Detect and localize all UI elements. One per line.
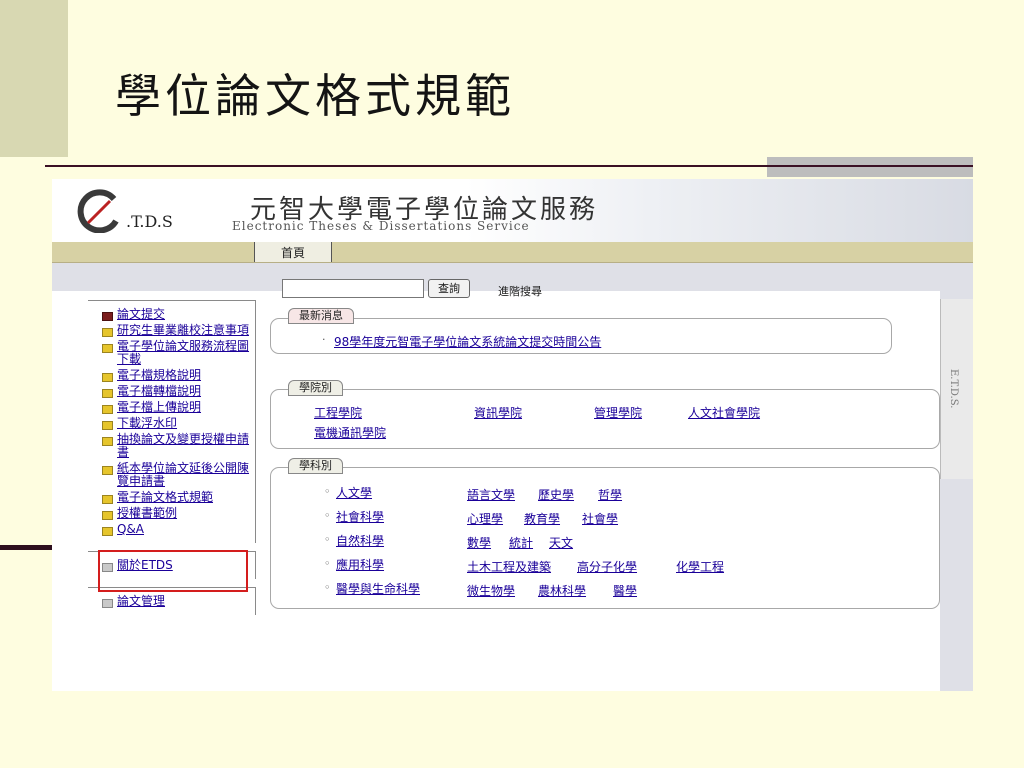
bullet-icon <box>102 405 113 414</box>
sidebar-item[interactable]: 研究生畢業離校注意事項 <box>102 324 255 337</box>
discipline-sub-link[interactable]: 醫學 <box>613 582 637 599</box>
bullet-icon: ◦ <box>324 509 331 522</box>
sidebar-item-manage[interactable]: 論文管理 <box>102 595 255 608</box>
bullet-icon: ◦ <box>324 557 331 570</box>
title-rule <box>45 165 973 167</box>
discipline-sub-link[interactable]: 哲學 <box>598 486 622 503</box>
bullet-icon: ◦ <box>324 485 331 498</box>
college-link[interactable]: 管理學院 <box>594 404 642 421</box>
slide-title: 學位論文格式規範 <box>115 69 515 123</box>
advanced-search-link[interactable]: 進階搜尋 <box>498 283 542 299</box>
bullet-icon <box>102 495 113 504</box>
top-navbar: 首頁 <box>52 242 973 263</box>
sidebar-item[interactable]: 下載浮水印 <box>102 417 255 430</box>
bullet-icon <box>102 599 113 608</box>
college-tab: 學院別 <box>288 380 343 396</box>
college-link[interactable]: 資訊學院 <box>474 404 522 421</box>
bullet-icon: ◦ <box>324 533 331 546</box>
bullet-icon <box>102 328 113 337</box>
search-button[interactable]: 查詢 <box>428 279 470 298</box>
sidebar-group-submit: 論文提交 研究生畢業離校注意事項 電子學位論文服務流程圖下載 電子檔規格說明 電… <box>88 300 256 543</box>
bullet-icon <box>102 389 113 398</box>
sidebar-item[interactable]: 授權書範例 <box>102 507 255 520</box>
site-banner: .T.D.S 元智大學電子學位論文服務 Electronic Theses & … <box>52 179 973 242</box>
news-tab: 最新消息 <box>288 308 354 324</box>
sidebar-item[interactable]: 抽換論文及變更授權申請書 <box>102 433 255 459</box>
bullet-icon: ◦ <box>324 581 331 594</box>
discipline-sub-link[interactable]: 教育學 <box>524 510 560 527</box>
discipline-sub-link[interactable]: 微生物學 <box>467 582 515 599</box>
search-input[interactable] <box>282 279 424 298</box>
sidebar-item[interactable]: 紙本學位論文延後公開陳覽申請書 <box>102 462 255 488</box>
banner-subtitle: Electronic Theses & Dissertations Servic… <box>232 219 530 233</box>
bullet-icon <box>102 466 113 475</box>
highlight-box <box>98 550 248 592</box>
bullet-icon <box>102 511 113 520</box>
discipline-sub-link[interactable]: 語言文學 <box>467 486 515 503</box>
discipline-sub-link[interactable]: 土木工程及建築 <box>467 558 551 575</box>
etds-logo-icon <box>77 189 119 233</box>
bullet-icon <box>102 312 113 321</box>
header-gray-band <box>52 263 940 291</box>
discipline-sub-link[interactable]: 心理學 <box>467 510 503 527</box>
discipline-head-link[interactable]: 社會科學 <box>336 508 384 525</box>
discipline-tab: 學科別 <box>288 458 343 474</box>
sidebar-item[interactable]: 電子學位論文服務流程圖下載 <box>102 340 255 366</box>
right-tab-label: E.T.D.S. <box>948 369 959 409</box>
slide-accent-band <box>0 0 68 157</box>
sidebar-item[interactable]: 電子檔轉檔說明 <box>102 385 255 398</box>
discipline-sub-link[interactable]: 天文 <box>549 534 573 551</box>
discipline-head-link[interactable]: 人文學 <box>336 484 372 501</box>
discipline-sub-link[interactable]: 社會學 <box>582 510 618 527</box>
bullet-icon <box>102 527 113 536</box>
discipline-sub-link[interactable]: 化學工程 <box>676 558 724 575</box>
discipline-sub-link[interactable]: 數學 <box>467 534 491 551</box>
discipline-sub-link[interactable]: 高分子化學 <box>577 558 637 575</box>
college-link[interactable]: 工程學院 <box>314 404 362 421</box>
title-rule-block <box>767 157 973 177</box>
embedded-screenshot: .T.D.S 元智大學電子學位論文服務 Electronic Theses & … <box>52 179 973 691</box>
discipline-head-link[interactable]: 醫學與生命科學 <box>336 580 420 597</box>
slide-accent-line <box>0 545 52 550</box>
bullet-icon <box>102 421 113 430</box>
discipline-head-link[interactable]: 應用科學 <box>336 556 384 573</box>
discipline-sub-link[interactable]: 農林科學 <box>538 582 586 599</box>
discipline-sub-link[interactable]: 統計 <box>509 534 533 551</box>
nav-home-tab[interactable]: 首頁 <box>254 242 332 262</box>
sidebar-item[interactable]: 電子檔上傳說明 <box>102 401 255 414</box>
bullet-icon <box>102 373 113 382</box>
bullet-icon: · <box>322 333 326 346</box>
college-link[interactable]: 人文社會學院 <box>688 404 760 421</box>
sidebar-item[interactable]: Q&A <box>102 523 255 536</box>
college-link[interactable]: 電機通訊學院 <box>314 424 386 441</box>
sidebar-item-submit[interactable]: 論文提交 <box>102 308 255 321</box>
discipline-sub-link[interactable]: 歷史學 <box>538 486 574 503</box>
bullet-icon <box>102 437 113 446</box>
logo-text: .T.D.S <box>126 212 173 231</box>
discipline-head-link[interactable]: 自然科學 <box>336 532 384 549</box>
sidebar-item-format-spec[interactable]: 電子論文格式規範 <box>102 491 255 504</box>
sidebar-item[interactable]: 電子檔規格說明 <box>102 369 255 382</box>
bullet-icon <box>102 344 113 353</box>
news-link[interactable]: 98學年度元智電子學位論文系統論文提交時間公告 <box>334 333 601 350</box>
